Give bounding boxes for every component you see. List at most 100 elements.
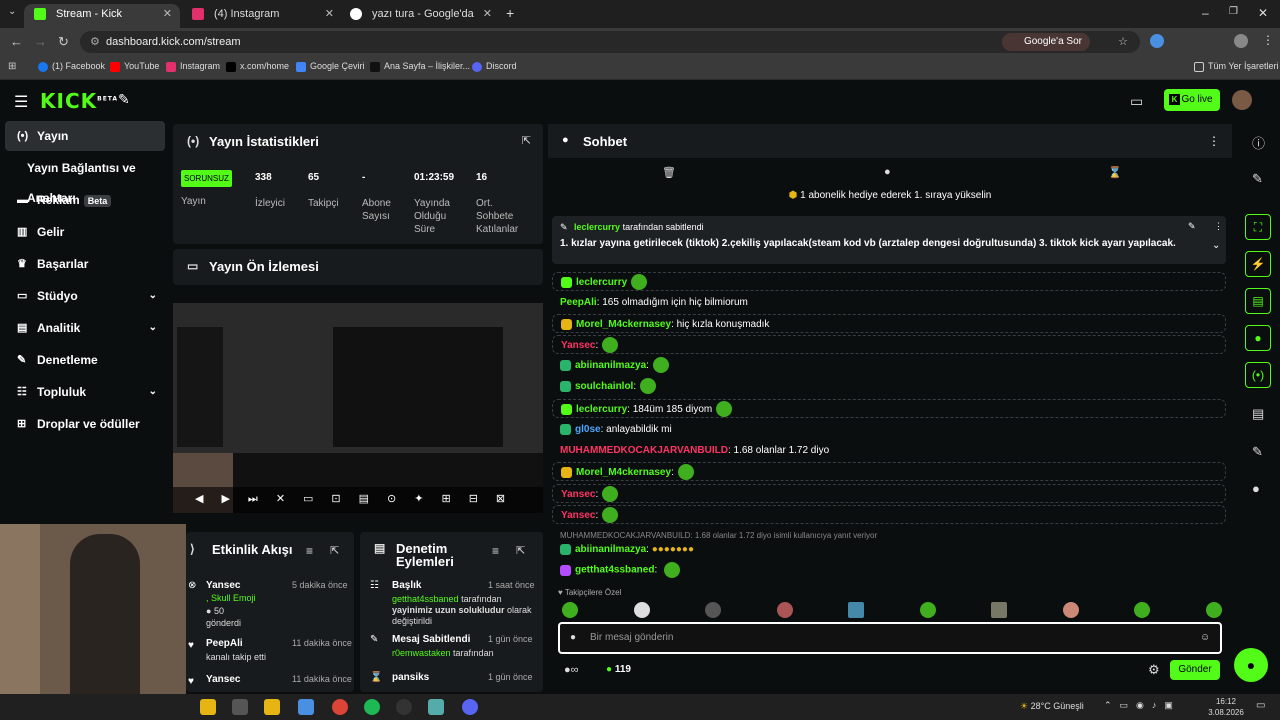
broadcast-icon[interactable]: (•) bbox=[1245, 362, 1271, 388]
notification-icon[interactable]: ▭ bbox=[1256, 700, 1265, 711]
expand-icon[interactable]: ⇱ bbox=[522, 134, 531, 147]
clock[interactable]: 16:12 3.08.2026 bbox=[1206, 696, 1246, 718]
chat-user[interactable]: leclercurry bbox=[576, 277, 627, 288]
forward-icon[interactable]: → bbox=[34, 34, 47, 49]
menu-icon[interactable]: ☰ bbox=[14, 92, 28, 112]
emote[interactable] bbox=[991, 602, 1008, 618]
emote[interactable] bbox=[848, 602, 865, 618]
lightning-icon[interactable]: ⚡ bbox=[1245, 251, 1271, 277]
close-window-icon[interactable]: ✕ bbox=[1258, 6, 1268, 20]
chrome-icon[interactable] bbox=[332, 699, 348, 715]
tab-list-icon[interactable]: ⌄ bbox=[8, 6, 16, 17]
pin-icon[interactable]: ✎ bbox=[118, 91, 130, 108]
chat-user[interactable]: abiinanilmazya bbox=[575, 544, 646, 555]
discord-icon[interactable] bbox=[462, 699, 478, 715]
pinned-options-icon[interactable]: ⋮ bbox=[1214, 221, 1223, 232]
chat-user[interactable]: abiinanilmazya bbox=[575, 360, 646, 371]
emoji-icon[interactable]: ☺ bbox=[1200, 624, 1210, 652]
new-tab-icon[interactable]: + bbox=[506, 5, 514, 21]
task-view-icon[interactable] bbox=[232, 699, 248, 715]
hourglass-icon[interactable]: ⌛ bbox=[1108, 166, 1122, 179]
sidebar-item-droplar[interactable]: ⊞ Droplar ve ödüller bbox=[5, 409, 165, 439]
users-icon[interactable]: ●∞ bbox=[564, 664, 579, 676]
settings-icon[interactable]: ⚙ bbox=[1148, 662, 1160, 678]
info-icon[interactable]: ⓘ bbox=[1252, 133, 1265, 152]
all-bookmarks[interactable]: Tüm Yer İşaretleri bbox=[1194, 61, 1279, 72]
avatar[interactable] bbox=[1232, 90, 1252, 110]
spotify-icon[interactable] bbox=[364, 699, 380, 715]
sidebar-item-studyo[interactable]: ▭ Stüdyo ⌄ bbox=[5, 281, 165, 311]
dashboard-icon[interactable]: ▭ bbox=[1130, 93, 1143, 110]
expand-icon[interactable]: ⇱ bbox=[330, 544, 339, 557]
sidebar-item-reklam[interactable]: ▬ Reklam Beta bbox=[5, 185, 165, 215]
reload-icon[interactable]: ↻ bbox=[58, 34, 69, 50]
back-icon[interactable]: ← bbox=[10, 34, 23, 49]
chat-user[interactable]: Yansec bbox=[561, 510, 595, 521]
bookmark-ana-sayfa[interactable]: Ana Sayfa – İlişkiler... bbox=[370, 61, 470, 72]
chat-user[interactable]: Yansec bbox=[561, 340, 595, 351]
emote[interactable] bbox=[705, 602, 722, 618]
chat-message-input[interactable]: ● Bir mesaj gönderin ☺ bbox=[558, 622, 1222, 654]
chat-bubble-icon[interactable]: ● bbox=[884, 166, 891, 178]
chat-user[interactable]: Yansec bbox=[561, 489, 595, 500]
sidebar-item-stream-key[interactable]: Yayın Bağlantısı ve Anahtarı bbox=[5, 153, 165, 205]
chat-user[interactable]: Morel_M4ckernasey bbox=[576, 467, 671, 478]
emote[interactable] bbox=[1062, 602, 1079, 618]
bookmark-star-icon[interactable]: ☆ bbox=[1118, 31, 1128, 53]
emote[interactable] bbox=[776, 602, 793, 618]
tab-kick-dashboard[interactable]: Stream - Kick Dashboard ✕ bbox=[24, 4, 180, 40]
close-tab-icon[interactable]: ✕ bbox=[483, 4, 492, 24]
trash-icon[interactable]: 🗑 bbox=[662, 166, 676, 179]
extensions-icon[interactable] bbox=[1150, 34, 1164, 48]
sidebar-item-basarilar[interactable]: ♛ Başarılar bbox=[5, 249, 165, 279]
chat-user[interactable]: gl0se bbox=[575, 424, 601, 435]
edit-icon[interactable]: ✎ bbox=[1252, 171, 1263, 187]
sidebar-item-denetleme[interactable]: ✎ Denetleme bbox=[5, 345, 165, 375]
maximize-icon[interactable]: ❐ bbox=[1229, 6, 1238, 17]
sidebar-item-yayin[interactable]: (•) Yayın bbox=[5, 121, 165, 151]
emote[interactable] bbox=[1205, 602, 1222, 618]
browser-menu-icon[interactable]: ⋮ bbox=[1262, 33, 1274, 47]
fullscreen-icon[interactable]: ⛶ bbox=[1245, 214, 1271, 240]
tab-google-search[interactable]: yazı tura - Google'da Ara ✕ bbox=[340, 4, 500, 40]
chat-icon[interactable]: ● bbox=[1245, 325, 1271, 351]
expand-icon[interactable]: ⇱ bbox=[516, 544, 525, 557]
bookmark-discord[interactable]: Discord bbox=[472, 61, 517, 72]
file-explorer-icon[interactable] bbox=[264, 699, 280, 715]
minimize-icon[interactable]: – bbox=[1202, 6, 1209, 20]
chevron-down-icon[interactable]: ⌄ bbox=[1212, 240, 1220, 251]
close-tab-icon[interactable]: ✕ bbox=[325, 4, 334, 24]
close-tab-icon[interactable]: ✕ bbox=[163, 4, 172, 24]
support-chat-icon[interactable]: ● bbox=[1234, 648, 1268, 682]
users-icon[interactable]: ● bbox=[1252, 481, 1260, 496]
profile-icon[interactable] bbox=[1234, 34, 1248, 48]
kick-logo[interactable]: KICKBETA bbox=[40, 89, 118, 113]
tab-instagram[interactable]: (4) Instagram ✕ bbox=[182, 4, 342, 28]
filter-icon[interactable]: ≡ bbox=[492, 544, 499, 558]
unpin-icon[interactable]: ✎ bbox=[1188, 221, 1196, 232]
chat-user[interactable]: soulchainlol bbox=[575, 381, 633, 392]
filter-icon[interactable]: ≡ bbox=[306, 544, 313, 558]
bookmark-instagram[interactable]: Instagram bbox=[166, 61, 220, 72]
send-button[interactable]: Gönder bbox=[1170, 660, 1220, 680]
chat-user[interactable]: PeepAli bbox=[560, 297, 597, 308]
app-icon[interactable] bbox=[428, 699, 444, 715]
tray-icons[interactable]: ⌃▭◉♪▣ bbox=[1104, 700, 1181, 711]
weather-widget[interactable]: ☀ 28°C Güneşli bbox=[1020, 701, 1084, 712]
bookmark-youtube[interactable]: YouTube bbox=[110, 61, 159, 72]
sidebar-item-gelir[interactable]: ▥ Gelir bbox=[5, 217, 165, 247]
app-icon[interactable] bbox=[298, 699, 314, 715]
chat-user[interactable]: Morel_M4ckernasey bbox=[576, 319, 671, 330]
sidebar-item-analitik[interactable]: ▤ Analitik ⌄ bbox=[5, 313, 165, 343]
emote[interactable] bbox=[919, 602, 936, 618]
chat-options-icon[interactable]: ⋮ bbox=[1208, 134, 1220, 148]
document-icon[interactable]: ▤ bbox=[1245, 288, 1271, 314]
gift-banner[interactable]: ⬢ 1 abonelik hediye ederek 1. sıraya yük… bbox=[548, 190, 1232, 201]
emote[interactable] bbox=[633, 602, 650, 618]
emote[interactable] bbox=[562, 602, 578, 618]
google-sor-button[interactable]: Google'a Sor bbox=[1001, 33, 1090, 51]
bookmark-x[interactable]: x.com/home bbox=[226, 61, 289, 72]
bookmark-google-translate[interactable]: Google Çeviri bbox=[296, 61, 365, 72]
chat-user[interactable]: MUHAMMEDKOCAKJARVANBUILD bbox=[560, 445, 728, 456]
stream-preview-video[interactable]: ◀▶⏭✕▭⊡▤⊙✦⊞⊟⊠ bbox=[173, 303, 543, 513]
